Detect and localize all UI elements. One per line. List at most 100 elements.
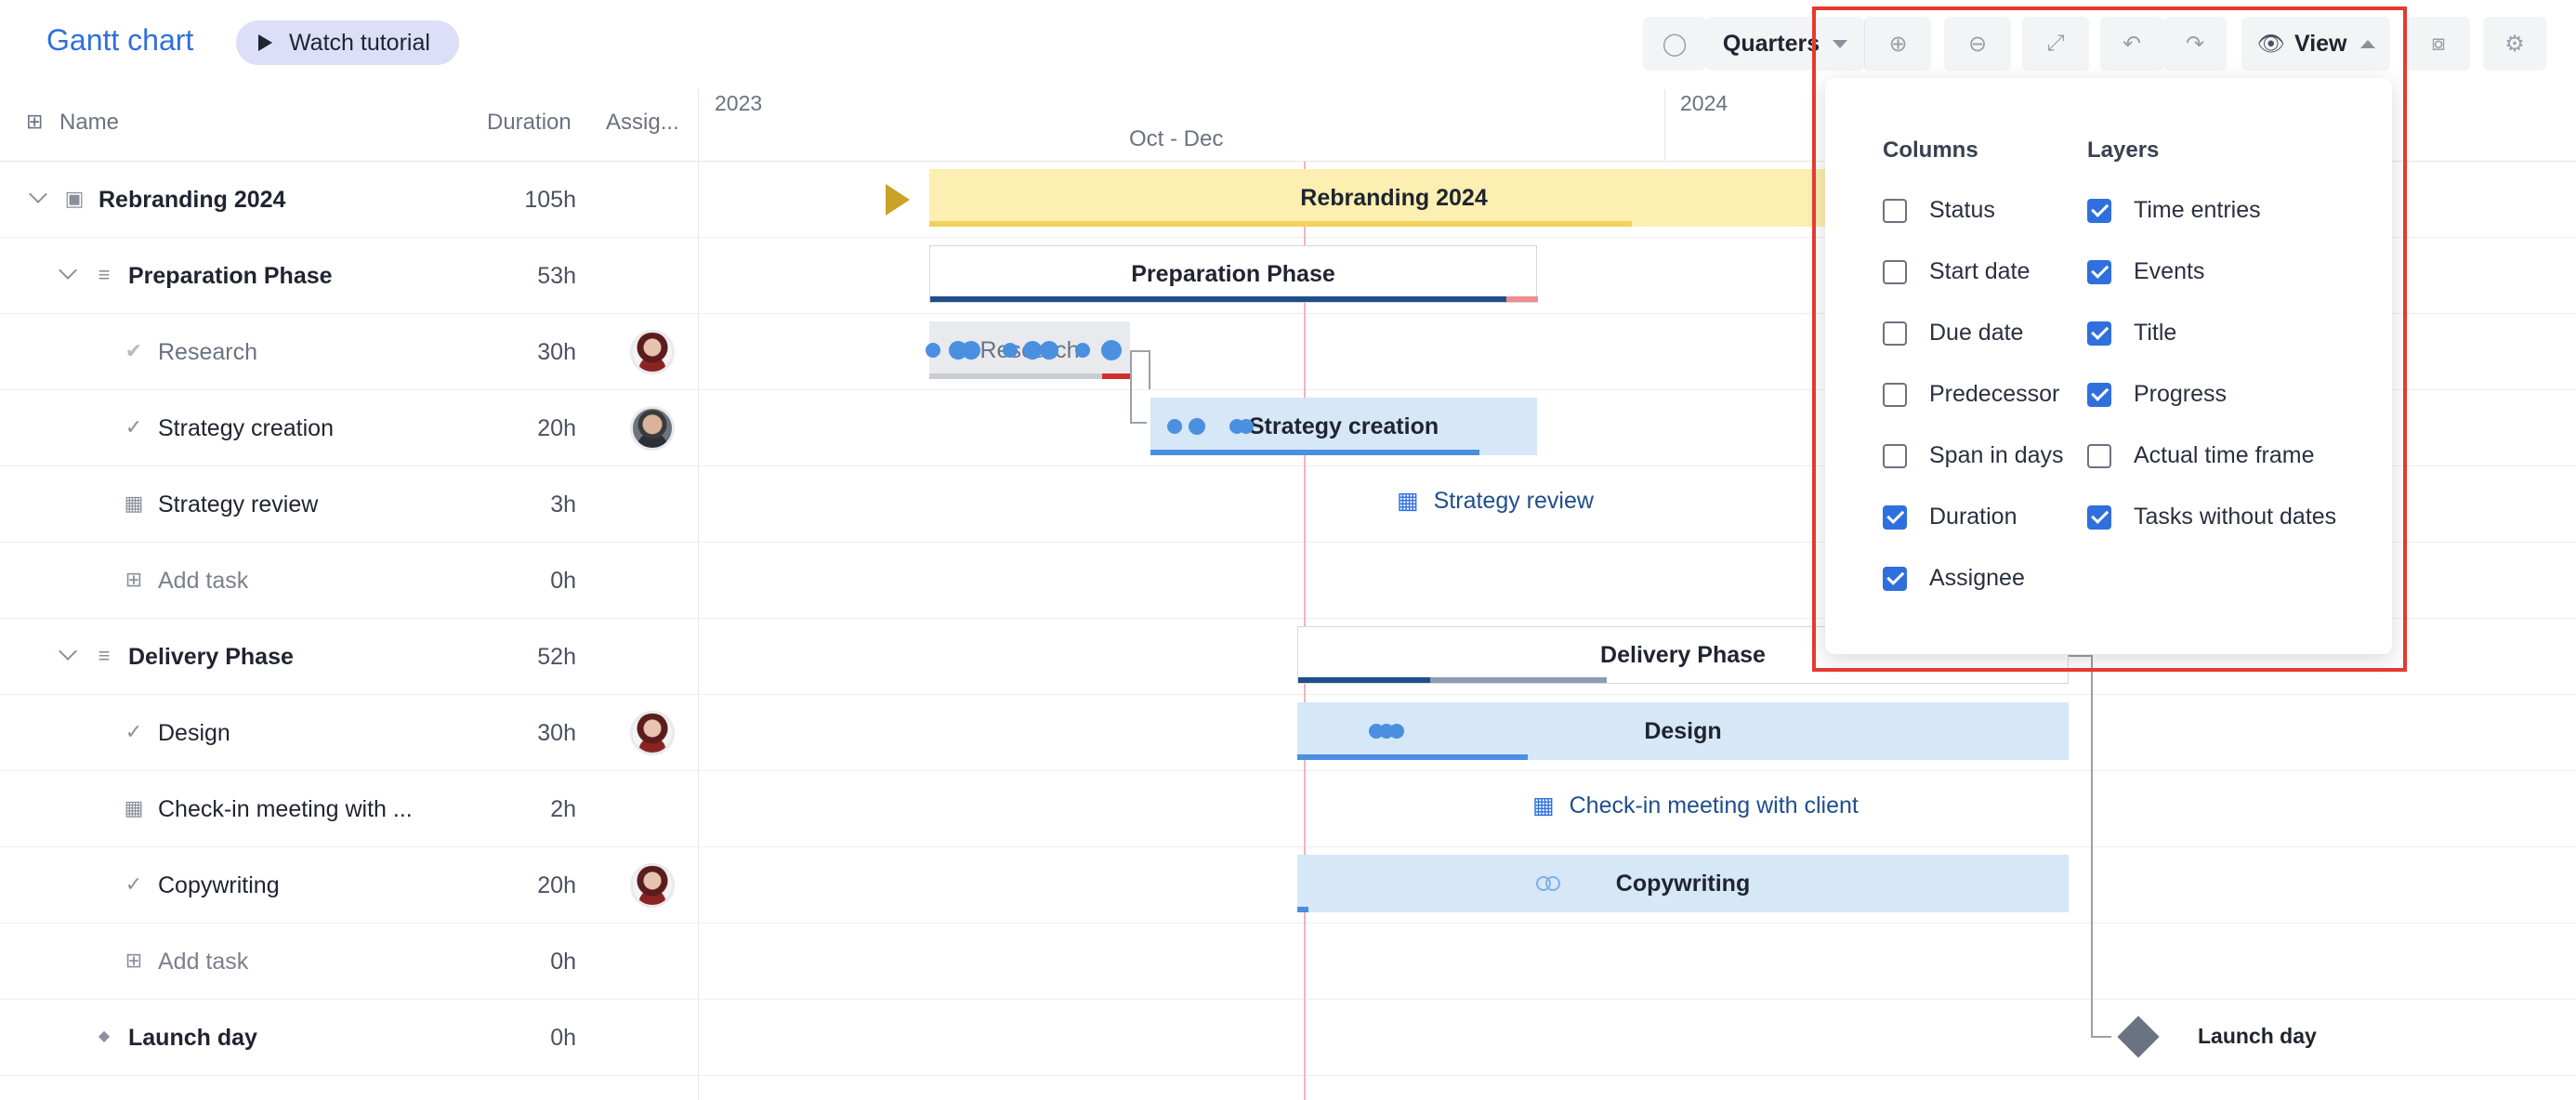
gantt-bar-design[interactable]: Design <box>1297 702 2069 760</box>
avatar[interactable] <box>630 330 675 374</box>
task-duration: 20h <box>537 872 576 898</box>
table-row[interactable]: ◆ Launch day 0h <box>0 1000 699 1076</box>
phase-icon: ≡ <box>98 644 111 667</box>
phase-icon: ≡ <box>98 263 111 286</box>
gantt-bar-copywriting[interactable]: Copywriting <box>1297 855 2069 912</box>
task-table: ⊞ Name Duration Assig... ▣ Rebranding 20… <box>0 89 699 1100</box>
settings-button[interactable]: ⚙ <box>2483 17 2546 71</box>
task-duration: 20h <box>537 415 576 441</box>
time-entry-dot[interactable] <box>962 341 980 360</box>
add-task-row[interactable]: ⊞ Add task 0h <box>0 923 699 1000</box>
task-name: Research <box>158 339 257 365</box>
table-row[interactable]: ✔ Research 30h <box>0 314 699 390</box>
share-icon: ⧇ <box>2431 31 2446 56</box>
year-label-2024: 2024 <box>1680 91 1728 115</box>
bar-label: Preparation Phase <box>1131 260 1335 287</box>
plus-square-icon[interactable]: ⊞ <box>123 569 145 591</box>
task-name: Design <box>158 720 230 746</box>
time-entry-dot[interactable] <box>1545 876 1560 891</box>
gantt-bar-rebranding[interactable]: Rebranding 2024 <box>929 169 1859 227</box>
table-row[interactable]: ✓ Design 30h <box>0 695 699 771</box>
task-duration: 52h <box>537 644 576 670</box>
task-duration: 2h <box>550 796 576 822</box>
gantt-bar-preparation[interactable]: Preparation Phase <box>929 245 1538 303</box>
column-header-assignee[interactable]: Assig... <box>606 110 679 136</box>
gantt-event-strategy-review[interactable]: ▦ Strategy review <box>1397 487 1594 515</box>
add-task-label[interactable]: Add task <box>158 949 248 976</box>
chevron-down-icon[interactable] <box>59 642 77 661</box>
event-label: Strategy review <box>1433 487 1594 514</box>
event-label: Check-in meeting with client <box>1569 792 1859 818</box>
gantt-event-checkin[interactable]: ▦ Check-in meeting with client <box>1532 792 1859 819</box>
year-label-2023: 2023 <box>715 91 763 115</box>
task-name: Preparation Phase <box>128 263 333 289</box>
collapse-arrow-icon[interactable] <box>886 184 910 216</box>
task-check-icon[interactable]: ✓ <box>123 873 145 896</box>
bar-label: Rebranding 2024 <box>1300 184 1488 211</box>
table-row[interactable]: ▦ Check-in meeting with ... 2h <box>0 771 699 847</box>
task-duration: 0h <box>550 949 576 975</box>
milestone-icon: ◆ <box>98 1028 111 1044</box>
bar-label: Delivery Phase <box>1600 641 1766 668</box>
chevron-down-icon[interactable] <box>29 185 47 203</box>
add-task-label[interactable]: Add task <box>158 568 248 595</box>
bar-label: Copywriting <box>1615 870 1751 897</box>
task-name: Launch day <box>128 1025 257 1051</box>
calendar-icon: ▦ <box>124 796 144 819</box>
bar-label: Design <box>1644 717 1722 744</box>
task-name: Strategy review <box>158 491 319 517</box>
table-row[interactable]: ≡ Preparation Phase 53h <box>0 238 699 314</box>
time-entry-dot[interactable] <box>1189 418 1205 435</box>
time-entry-dot[interactable] <box>1239 419 1254 434</box>
zoom-select-value: Quarters <box>1722 30 1820 57</box>
time-entry-dot[interactable] <box>1003 343 1018 358</box>
completed-check-icon[interactable]: ✔ <box>123 340 145 362</box>
task-name: Strategy creation <box>158 415 334 441</box>
avatar[interactable] <box>630 863 675 908</box>
column-header-duration[interactable]: Duration <box>487 110 572 136</box>
table-row[interactable]: ▣ Rebranding 2024 105h <box>0 162 699 238</box>
bar-label: Strategy creation <box>1248 412 1439 439</box>
task-name: Copywriting <box>158 872 280 898</box>
highlight-box <box>1812 7 2407 672</box>
table-row[interactable]: ✓ Copywriting 20h <box>0 847 699 923</box>
avatar[interactable] <box>630 406 675 451</box>
column-header-name[interactable]: Name <box>59 110 119 136</box>
share-button[interactable]: ⧇ <box>2407 17 2470 71</box>
watch-tutorial-label: Watch tutorial <box>289 29 430 56</box>
time-entry-dot[interactable] <box>1023 341 1042 360</box>
page-title: Gantt chart <box>46 23 194 57</box>
calendar-icon: ▦ <box>1397 488 1419 514</box>
plus-square-icon[interactable]: ⊞ <box>123 949 145 972</box>
time-entry-dot[interactable] <box>1167 419 1182 434</box>
avatar[interactable] <box>630 711 675 755</box>
play-icon <box>258 34 272 51</box>
table-row[interactable]: ▦ Strategy review 3h <box>0 466 699 543</box>
add-column-icon[interactable]: ⊞ <box>26 110 43 134</box>
comment-icon: ◯ <box>1662 31 1688 57</box>
task-check-icon[interactable]: ✓ <box>123 416 145 439</box>
task-duration: 0h <box>550 568 576 594</box>
table-row[interactable]: ≡ Delivery Phase 52h <box>0 619 699 695</box>
task-name: Delivery Phase <box>128 644 294 670</box>
task-check-icon[interactable]: ✓ <box>123 721 145 743</box>
time-entry-dot[interactable] <box>1101 340 1122 360</box>
table-row[interactable]: ✓ Strategy creation 20h <box>0 390 699 466</box>
add-task-row[interactable]: ⊞ Add task 0h <box>0 543 699 619</box>
task-name: Rebranding 2024 <box>99 187 286 213</box>
time-entry-dot[interactable] <box>1075 343 1090 358</box>
time-entry-dot[interactable] <box>1040 341 1058 360</box>
milestone-label: Launch day <box>2198 1024 2317 1048</box>
chevron-down-icon[interactable] <box>59 261 77 280</box>
gear-icon: ⚙ <box>2504 31 2525 57</box>
task-duration: 3h <box>550 491 576 517</box>
gantt-bar-strategy-creation[interactable]: Strategy creation <box>1150 398 1537 455</box>
calendar-icon: ▦ <box>124 491 144 515</box>
folder-icon: ▣ <box>64 187 85 210</box>
table-header: ⊞ Name Duration Assig... <box>0 89 699 162</box>
watch-tutorial-button[interactable]: Watch tutorial <box>236 20 459 65</box>
time-entry-dot[interactable] <box>926 343 940 358</box>
time-entry-dot[interactable] <box>1389 724 1404 739</box>
comment-button[interactable]: ◯ <box>1643 17 1706 71</box>
calendar-icon: ▦ <box>1532 792 1555 818</box>
